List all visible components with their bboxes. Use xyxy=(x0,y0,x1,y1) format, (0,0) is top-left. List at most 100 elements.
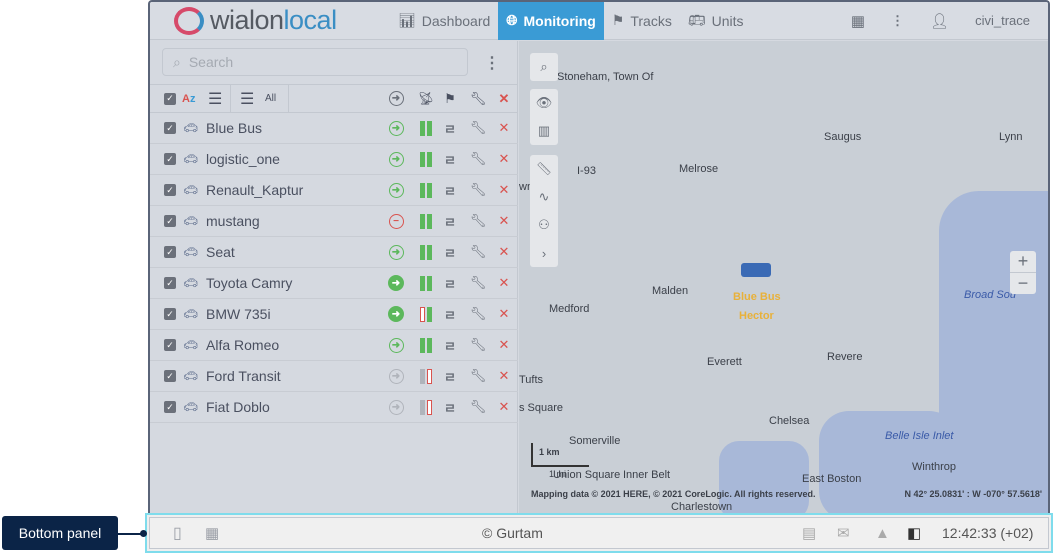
unit-checkbox[interactable]: ✓ xyxy=(164,277,176,289)
unit-label[interactable]: Hector xyxy=(739,310,774,322)
image-icon[interactable]: ▲ xyxy=(875,525,890,542)
delete-icon[interactable]: ✕ xyxy=(494,244,514,260)
wrench-icon[interactable]: 🔧︎ xyxy=(468,306,488,322)
track-icon[interactable]: ㄹ xyxy=(440,398,460,417)
user-icon[interactable]: 👤︎ xyxy=(930,12,949,30)
ignition-sensor-icon[interactable] xyxy=(416,399,436,415)
wrench-icon[interactable]: 🔧︎ xyxy=(468,213,488,229)
track-icon[interactable]: ㄹ xyxy=(440,212,460,231)
toggle-panel-icon[interactable]: ▯ xyxy=(173,523,182,543)
unit-checkbox[interactable]: ✓ xyxy=(164,401,176,413)
connection-header-icon[interactable]: 📡︎ xyxy=(416,91,436,107)
unit-row[interactable]: ✓ 🚗︎ Renault_Kaptur ➜ ㄹ 🔧︎ ✕ xyxy=(150,175,518,206)
unit-name[interactable]: Ford Transit xyxy=(206,368,281,384)
track-icon[interactable]: ㄹ xyxy=(440,336,460,355)
wrench-icon[interactable]: 🔧︎ xyxy=(468,275,488,291)
wrench-icon[interactable]: 🔧︎ xyxy=(468,120,488,136)
motion-state-icon[interactable]: ➜ xyxy=(386,244,406,260)
eye-icon[interactable]: 👁︎ xyxy=(536,89,553,117)
logo[interactable]: wialon local xyxy=(150,5,390,36)
delete-icon[interactable]: ✕ xyxy=(494,151,514,167)
ignition-sensor-icon[interactable] xyxy=(416,182,436,198)
messages-icon[interactable]: ✉ xyxy=(837,524,850,542)
motion-state-icon[interactable]: ➜ xyxy=(386,151,406,167)
unit-row[interactable]: ✓ 🚗︎ Alfa Romeo ➜ ㄹ 🔧︎ ✕ xyxy=(150,330,518,361)
delete-all-icon[interactable]: ✕ xyxy=(494,91,514,107)
unit-label[interactable]: Blue Bus xyxy=(733,291,781,303)
unit-checkbox[interactable]: ✓ xyxy=(164,184,176,196)
wrench-icon[interactable]: 🔧︎ xyxy=(468,337,488,353)
ignition-sensor-icon[interactable] xyxy=(416,151,436,167)
expand-chevron-icon[interactable]: › xyxy=(542,239,546,267)
unit-row[interactable]: ✓ 🚗︎ mustang − ㄹ 🔧︎ ✕ xyxy=(150,206,518,237)
nav-tab-dashboard[interactable]: 📊︎ Dashboard xyxy=(390,2,498,40)
wrench-icon[interactable]: 🔧︎ xyxy=(468,244,488,260)
notifications-icon[interactable]: ▤ xyxy=(802,524,816,542)
map-layers-icon[interactable]: ▥ xyxy=(538,117,550,145)
delete-icon[interactable]: ✕ xyxy=(494,337,514,353)
search-box[interactable]: ⌕ xyxy=(162,48,468,76)
unit-row[interactable]: ✓ 🚗︎ Toyota Camry ➜ ㄹ 🔧︎ ✕ xyxy=(150,268,518,299)
ignition-sensor-icon[interactable] xyxy=(416,368,436,384)
grid-layout-icon[interactable]: ▦ xyxy=(205,524,219,542)
motion-state-icon[interactable]: ➜ xyxy=(386,306,406,322)
unit-row[interactable]: ✓ 🚗︎ logistic_one ➜ ㄹ 🔧︎ ✕ xyxy=(150,144,518,175)
panel-menu-icon[interactable]: ⋮ xyxy=(484,53,500,73)
wrench-icon[interactable]: 🔧︎ xyxy=(468,151,488,167)
track-icon[interactable]: ㄹ xyxy=(440,119,460,138)
unit-marker-bus-icon[interactable] xyxy=(741,263,771,277)
unit-checkbox[interactable]: ✓ xyxy=(164,370,176,382)
add-to-list-icon[interactable]: ☰ xyxy=(240,89,254,109)
track-icon[interactable]: ㄹ xyxy=(440,367,460,386)
ruler-icon[interactable]: 📏︎ xyxy=(536,155,553,183)
wrench-icon[interactable]: 🔧︎ xyxy=(468,182,488,198)
delete-icon[interactable]: ✕ xyxy=(494,182,514,198)
select-all-checkbox[interactable]: ✓ xyxy=(164,92,176,105)
unit-checkbox[interactable]: ✓ xyxy=(164,308,176,320)
unit-name[interactable]: logistic_one xyxy=(206,151,280,167)
motion-state-icon[interactable]: ➜ xyxy=(386,337,406,353)
more-menu-icon[interactable]: ⋮ xyxy=(891,13,904,29)
list-icon[interactable]: ☰ xyxy=(208,89,222,109)
unit-checkbox[interactable]: ✓ xyxy=(164,122,176,134)
track-icon[interactable]: ㄹ xyxy=(440,243,460,262)
ignition-sensor-icon[interactable] xyxy=(416,244,436,260)
delete-icon[interactable]: ✕ xyxy=(494,120,514,136)
map[interactable]: Stoneham, Town Of Saugus Lynn Melrose Malden… xyxy=(519,41,1048,513)
unit-name[interactable]: Seat xyxy=(206,244,235,260)
nav-tab-tracks[interactable]: ⚑ Tracks xyxy=(604,2,680,40)
unit-name[interactable]: Fiat Doblo xyxy=(206,399,270,415)
map-search-icon[interactable]: ⌕ xyxy=(540,53,547,81)
ignition-sensor-icon[interactable] xyxy=(416,120,436,136)
unit-name[interactable]: Blue Bus xyxy=(206,120,262,136)
unit-row[interactable]: ✓ 🚗︎ Ford Transit ➜ ㄹ 🔧︎ ✕ xyxy=(150,361,518,392)
track-icon[interactable]: ㄹ xyxy=(440,274,460,293)
wrench-icon[interactable]: 🔧︎ xyxy=(468,368,488,384)
delete-icon[interactable]: ✕ xyxy=(494,368,514,384)
unit-name[interactable]: Renault_Kaptur xyxy=(206,182,303,198)
motion-state-header-icon[interactable]: ➜ xyxy=(388,91,404,106)
unit-checkbox[interactable]: ✓ xyxy=(164,246,176,258)
delete-icon[interactable]: ✕ xyxy=(494,213,514,229)
delete-icon[interactable]: ✕ xyxy=(494,306,514,322)
unit-name[interactable]: BMW 735i xyxy=(206,306,271,322)
track-icon[interactable]: ㄹ xyxy=(440,150,460,169)
unit-row[interactable]: ✓ 🚗︎ Fiat Doblo ➜ ㄹ 🔧︎ ✕ xyxy=(150,392,518,423)
track-icon[interactable]: ㄹ xyxy=(440,305,460,324)
username[interactable]: civi_trace xyxy=(975,13,1030,28)
unit-checkbox[interactable]: ✓ xyxy=(164,339,176,351)
sort-az-icon[interactable]: Az xyxy=(182,93,195,105)
apps-grid-icon[interactable]: ▦ xyxy=(851,12,865,30)
unit-checkbox[interactable]: ✓ xyxy=(164,215,176,227)
unit-checkbox[interactable]: ✓ xyxy=(164,153,176,165)
ignition-sensor-icon[interactable] xyxy=(416,213,436,229)
unit-row[interactable]: ✓ 🚗︎ Blue Bus ➜ ㄹ 🔧︎ ✕ xyxy=(150,113,518,144)
delete-icon[interactable]: ✕ xyxy=(494,399,514,415)
nav-tab-monitoring[interactable]: 🌐︎ Monitoring xyxy=(498,2,604,40)
zoom-out-button[interactable]: − xyxy=(1010,273,1036,294)
unit-row[interactable]: ✓ 🚗︎ Seat ➜ ㄹ 🔧︎ ✕ xyxy=(150,237,518,268)
zoom-in-button[interactable]: + xyxy=(1010,251,1036,273)
tracks-header-icon[interactable]: ⚑ xyxy=(440,91,460,107)
commands-header-icon[interactable]: 🔧︎ xyxy=(468,91,488,107)
delete-icon[interactable]: ✕ xyxy=(494,275,514,291)
